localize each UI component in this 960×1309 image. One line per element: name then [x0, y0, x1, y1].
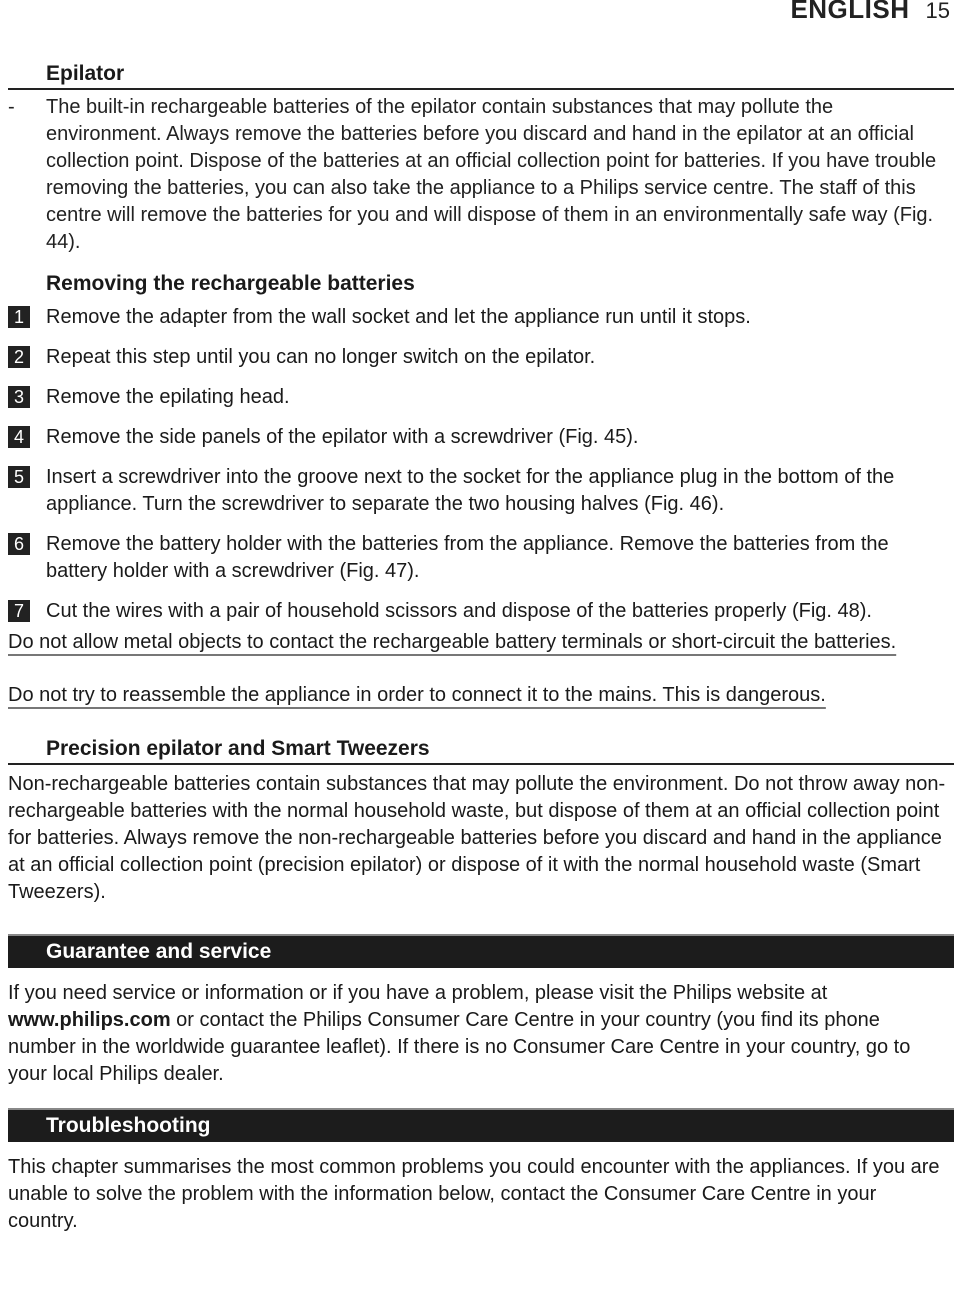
step-number-badge: 3	[8, 386, 30, 408]
step-item: 1 Remove the adapter from the wall socke…	[8, 304, 950, 331]
warning-note: Do not allow metal objects to contact th…	[8, 629, 920, 656]
step-text: Insert a screwdriver into the groove nex…	[46, 466, 895, 515]
step-item: 7 Cut the wires with a pair of household…	[8, 598, 950, 625]
bullet-dash: -	[8, 96, 15, 118]
list-item-text: The built-in rechargeable batteries of t…	[46, 96, 937, 253]
step-item: 5 Insert a screwdriver into the groove n…	[8, 464, 950, 518]
section-title-guarantee: Guarantee and service	[8, 934, 954, 968]
step-number-badge: 1	[8, 306, 30, 328]
step-item: 4 Remove the side panels of the epilator…	[8, 424, 950, 451]
step-number-badge: 6	[8, 533, 30, 555]
steps-list: 1 Remove the adapter from the wall socke…	[8, 304, 960, 625]
step-text: Remove the battery holder with the batte…	[46, 533, 889, 582]
step-item: 6 Remove the battery holder with the bat…	[8, 531, 950, 585]
page-header: ENGLISH 15	[790, 0, 950, 25]
section-title-epilator: Epilator	[8, 60, 954, 90]
subsection-title: Removing the rechargeable batteries	[46, 272, 415, 295]
step-text: Remove the adapter from the wall socket …	[46, 306, 751, 328]
guarantee-text-before: If you need service or information or if…	[8, 982, 828, 1004]
troubleshooting-paragraph: This chapter summarises the most common …	[8, 1156, 940, 1232]
step-text: Repeat this step until you can no longer…	[46, 346, 596, 368]
warning-text: Do not allow metal objects to contact th…	[8, 631, 897, 653]
precision-paragraph: Non-rechargeable batteries contain subst…	[8, 773, 946, 903]
page-number: 15	[925, 0, 950, 23]
list-item: - The built-in rechargeable batteries of…	[8, 94, 960, 256]
language-label: ENGLISH	[790, 0, 910, 24]
section-title-precision: Precision epilator and Smart Tweezers	[8, 735, 954, 765]
warning-note: Do not try to reassemble the appliance i…	[8, 682, 920, 709]
philips-website-link[interactable]: www.philips.com	[8, 1009, 171, 1031]
step-number-badge: 5	[8, 466, 30, 488]
step-number-badge: 2	[8, 346, 30, 368]
step-number-badge: 4	[8, 426, 30, 448]
warning-text: Do not try to reassemble the appliance i…	[8, 684, 826, 706]
step-text: Remove the epilating head.	[46, 386, 290, 408]
section-title-troubleshooting: Troubleshooting	[8, 1108, 954, 1142]
step-item: 3 Remove the epilating head.	[8, 384, 950, 411]
step-number-badge: 7	[8, 600, 30, 622]
step-item: 2 Repeat this step until you can no long…	[8, 344, 950, 371]
step-text: Remove the side panels of the epilator w…	[46, 426, 639, 448]
guarantee-paragraph: If you need service or information or if…	[8, 980, 948, 1088]
page-content: Epilator - The built-in rechargeable bat…	[0, 60, 960, 1235]
step-text: Cut the wires with a pair of household s…	[46, 600, 872, 622]
